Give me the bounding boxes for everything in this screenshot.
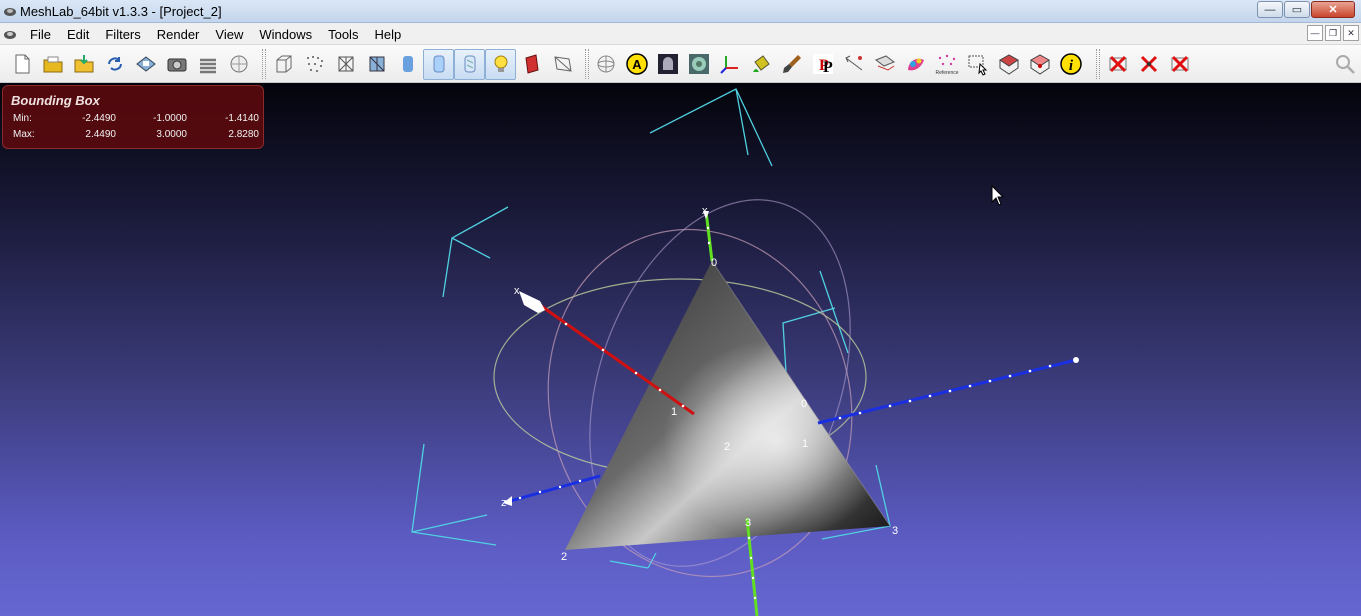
select-vertex-icon[interactable] <box>1024 49 1055 80</box>
color-icon[interactable] <box>516 49 547 80</box>
menu-view[interactable]: View <box>207 26 251 43</box>
bbox-min-x: -2.4490 <box>82 113 116 124</box>
maximize-button[interactable]: ▭ <box>1284 1 1310 18</box>
axis-label-1: 1 <box>671 406 677 418</box>
info-icon[interactable]: i <box>1055 49 1086 80</box>
menu-tools[interactable]: Tools <box>320 26 366 43</box>
vertex-label-2: 2 <box>724 441 730 453</box>
3d-viewport[interactable]: 0 0 3 3 2 2 1 1 x x z Bounding Box Min: … <box>0 83 1361 616</box>
trackball-icon[interactable] <box>223 49 254 80</box>
vertex-label-3: 3 <box>745 517 751 529</box>
measure-icon[interactable] <box>838 49 869 80</box>
bbox-max-label: Max: <box>13 129 35 140</box>
light-icon[interactable] <box>485 48 516 80</box>
wireframe-icon[interactable] <box>330 49 361 80</box>
brush-icon[interactable] <box>776 49 807 80</box>
menu-edit[interactable]: Edit <box>59 26 97 43</box>
svg-text:Reference: Reference <box>935 70 958 76</box>
mouse-cursor-icon <box>991 185 1005 206</box>
main-toolbar: A PP Reference i <box>0 45 1361 83</box>
bounding-box-title: Bounding Box <box>11 93 100 108</box>
delete-vertices-icon[interactable] <box>1133 49 1164 80</box>
snapshot-icon[interactable] <box>161 49 192 80</box>
ambient-occlusion-icon[interactable] <box>652 49 683 80</box>
reference-icon[interactable]: Reference <box>931 49 962 80</box>
new-project-icon[interactable] <box>6 49 37 80</box>
scene-canvas[interactable]: 0 0 3 3 2 2 1 1 x x z <box>0 83 1361 616</box>
select-component-icon[interactable] <box>993 49 1024 80</box>
annotation-icon[interactable]: A <box>621 49 652 80</box>
flat-icon[interactable] <box>392 49 423 80</box>
svg-text:P: P <box>823 59 833 76</box>
menu-bar: File Edit Filters Render View Windows To… <box>0 23 1361 45</box>
delete-all-icon[interactable] <box>1164 49 1195 80</box>
menu-render[interactable]: Render <box>149 26 208 43</box>
bbox-max-x: 2.4490 <box>85 129 116 140</box>
sphere-grid-icon[interactable] <box>590 49 621 80</box>
window-title: MeshLab_64bit v1.3.3 - [Project_2] <box>20 4 222 19</box>
bounding-box-icon[interactable] <box>268 49 299 80</box>
vertex-label-3-corner: 3 <box>892 525 898 537</box>
window-controls: — ▭ ✕ <box>1257 1 1355 18</box>
vertex-label-1: 1 <box>802 438 808 450</box>
menu-file[interactable]: File <box>22 26 59 43</box>
vertex-label-2-corner: 2 <box>561 551 567 563</box>
axis-label-z: z <box>501 497 507 509</box>
color-paint-icon[interactable] <box>900 49 931 80</box>
tetrahedron-mesh[interactable] <box>565 260 891 550</box>
menu-filters[interactable]: Filters <box>97 26 148 43</box>
reload-icon[interactable] <box>99 49 130 80</box>
menu-help[interactable]: Help <box>366 26 409 43</box>
x-axis-arrow <box>519 291 545 313</box>
import-mesh-icon[interactable] <box>68 49 99 80</box>
back-face-icon[interactable] <box>547 49 578 80</box>
axis-label-x-top: x <box>702 205 708 217</box>
open-project-icon[interactable] <box>37 49 68 80</box>
save-icon[interactable] <box>130 49 161 80</box>
bbox-max-z: 2.8280 <box>228 129 259 140</box>
mdi-minimize-button[interactable]: — <box>1307 25 1323 41</box>
vertex-label-0: 0 <box>711 257 717 269</box>
smooth-icon[interactable] <box>423 48 454 80</box>
layers-icon[interactable] <box>192 49 223 80</box>
z-axis-back <box>502 474 601 505</box>
close-button[interactable]: ✕ <box>1311 1 1355 18</box>
pickpoints-icon[interactable]: PP <box>807 49 838 80</box>
delete-faces-icon[interactable] <box>1102 49 1133 80</box>
bbox-min-z: -1.4140 <box>225 113 259 124</box>
mdi-restore-button[interactable]: ❐ <box>1325 25 1341 41</box>
vertex-label-0-inner: 0 <box>801 398 807 410</box>
mdi-close-button[interactable]: ✕ <box>1343 25 1359 41</box>
select-faces-icon[interactable] <box>962 49 993 80</box>
bbox-min-label: Min: <box>13 113 32 124</box>
svg-text:A: A <box>632 57 642 72</box>
bounding-box-panel: Bounding Box Min: -2.4490 -1.0000 -1.414… <box>2 85 264 149</box>
meshlab-logo-icon <box>4 8 16 16</box>
minimize-button[interactable]: — <box>1257 1 1283 18</box>
bbox-min-y: -1.0000 <box>153 113 187 124</box>
title-bar: MeshLab_64bit v1.3.3 - [Project_2] — ▭ ✕ <box>0 0 1361 23</box>
texture-icon[interactable] <box>454 48 485 80</box>
search-icon[interactable] <box>1333 52 1357 76</box>
mdi-controls: — ❐ ✕ <box>1307 25 1359 41</box>
document-icon[interactable] <box>3 27 17 41</box>
flat-lines-icon[interactable] <box>361 49 392 80</box>
bbox-max-y: 3.0000 <box>156 129 187 140</box>
y-axis-top <box>704 210 714 262</box>
axes-icon[interactable] <box>714 49 745 80</box>
points-icon[interactable] <box>299 49 330 80</box>
shader-icon[interactable] <box>683 49 714 80</box>
paint-bucket-icon[interactable] <box>745 49 776 80</box>
align-icon[interactable] <box>869 49 900 80</box>
z-axis-front <box>817 358 1077 425</box>
axis-label-x-left: x <box>514 285 520 297</box>
menu-windows[interactable]: Windows <box>251 26 320 43</box>
